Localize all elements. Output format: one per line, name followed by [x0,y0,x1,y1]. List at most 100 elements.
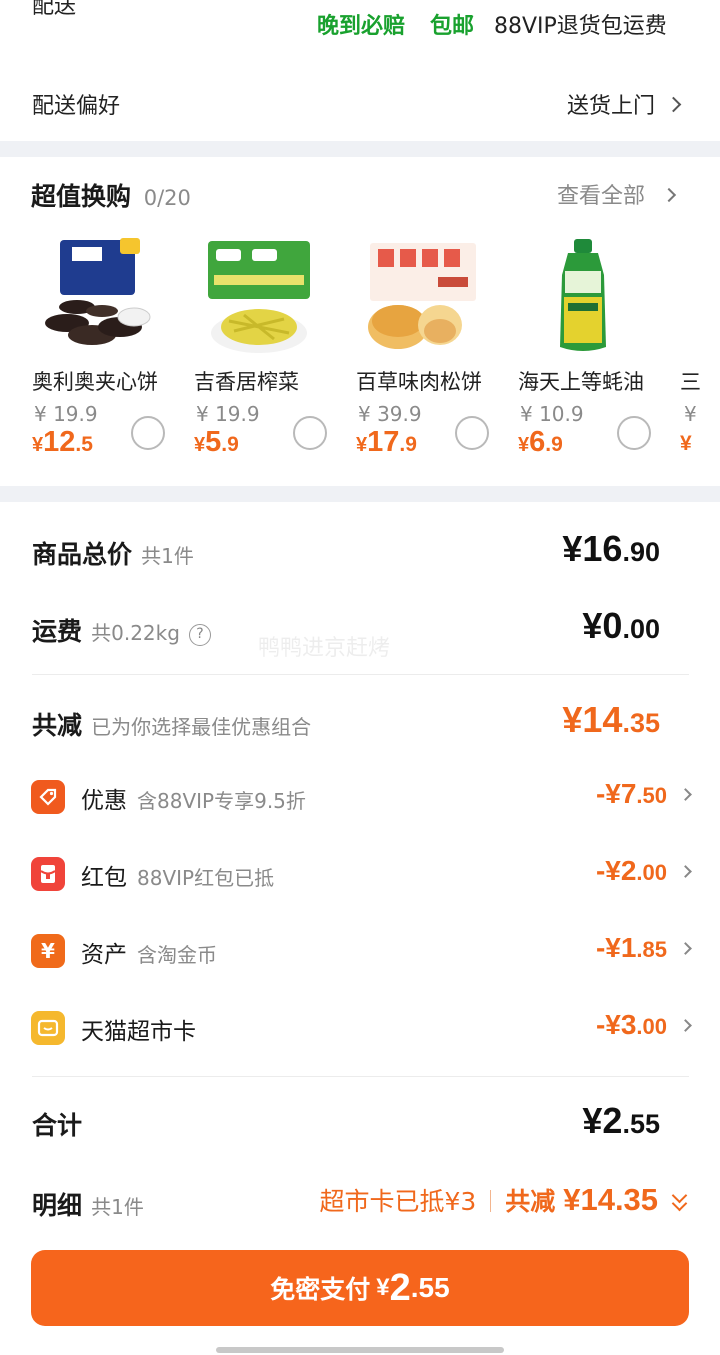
pork-floss-cake-image[interactable] [356,235,486,360]
yuan-icon: ¥ [31,934,65,968]
swap-item-radio[interactable] [455,416,489,450]
partial-product-image[interactable] [680,235,720,360]
card-icon [31,1011,65,1045]
discount-row-label: 红包 88VIP红包已抵 [81,858,274,892]
swap-item-name: 吉香居榨菜 [194,370,299,394]
swap-title-text: 超值换购 [31,182,132,211]
goods-count: 共1件 [141,544,194,568]
reduce-value: ¥14.35 [562,699,660,741]
swap-title: 超值换购 0/20 [31,177,191,213]
divider [32,1076,689,1077]
discount-dec: .00 [636,1014,667,1039]
oyster-sauce-image[interactable] [518,235,648,360]
delivery-card: 配送 晚到必赔 包邮 88VIP退货包运费 配送偏好 送货上门 [0,0,720,141]
help-icon[interactable]: ? [189,624,212,646]
swap-item-name: 奥利奥夹心饼 [32,370,158,394]
discount-value[interactable]: -¥3.00 [595,1009,692,1041]
separator [490,1190,492,1212]
discount-int: -¥1 [595,932,637,963]
discount-row-label: 资产 含淘金币 [81,935,217,969]
detail-reduce-label: 共减 [505,1187,556,1216]
discount-dec: .50 [636,783,667,808]
pickle-product-image[interactable] [194,235,324,360]
chevron-right-icon [679,942,692,955]
detail-label: 明细 共1件 [32,1186,144,1222]
discount-row-label: 天猫超市卡 [81,1012,206,1046]
shipping-weight: 共0.22kg [91,621,180,645]
discount-title: 资产 [81,942,127,968]
shipping-int: ¥0 [582,605,623,646]
goods-total-dec: .90 [622,537,660,567]
pay-dec: .55 [410,1272,450,1303]
swap-item-name-partial: 三 [680,370,701,394]
swap-item-price-part: 17 [367,426,400,458]
chevron-right-icon [661,187,677,203]
red-packet-icon [31,857,65,891]
sum-int: ¥2 [582,1100,623,1141]
chevron-right-icon [679,865,692,878]
oreo-product-image[interactable] [32,235,162,360]
swap-item-price: ¥17.9 [356,426,417,459]
discount-desc: 88VIP红包已抵 [137,866,275,890]
discount-int: -¥3 [595,1009,637,1040]
swap-item-price-partial: ¥ [680,432,692,455]
swap-item-price-part: ¥ [194,434,206,456]
discount-title: 天猫超市卡 [81,1019,196,1045]
shipping-label: 运费 共0.22kg ? [32,612,212,648]
delivery-pref-label: 配送偏好 [32,94,121,119]
goods-total-title: 商品总价 [32,540,133,569]
chevron-double-down-icon [670,1187,690,1212]
discount-desc: 含淘金币 [137,943,217,967]
swap-item-original-price: ¥ 39.9 [358,402,422,426]
swap-item-price: ¥12.5 [32,426,93,459]
view-all-link[interactable]: 查看全部 [557,178,677,210]
swap-item-price-part: 5 [205,426,222,458]
discount-value[interactable]: -¥2.00 [595,855,692,887]
detail-title: 明细 [32,1191,83,1220]
discount-row-label: 优惠 含88VIP专享9.5折 [81,781,306,815]
shipping-dec: .00 [622,614,660,644]
swap-item-name: 海天上等蚝油 [518,370,644,394]
sum-value: ¥2.55 [582,1100,660,1142]
view-all-text: 查看全部 [557,184,646,209]
summary-card: 商品总价 共1件 ¥16.90 运费 共0.22kg ? 鸭鸭进京赶烤 ¥0.0… [0,502,720,1355]
swap-item-radio[interactable] [617,416,651,450]
sum-dec: .55 [622,1109,660,1139]
detail-summary[interactable]: 超市卡已抵¥3 共减 ¥14.35 [320,1182,690,1218]
swap-item-price-part: ¥ [32,434,44,456]
swap-item-price-part: .5 [75,433,93,456]
pay-button[interactable]: 免密支付 ¥2.55 [31,1250,689,1326]
swap-item-radio[interactable] [293,416,327,450]
swap-item-price-part: .9 [545,433,563,456]
shipping-title: 运费 [32,617,83,646]
swap-count: 0/20 [143,186,191,210]
discount-dec: .85 [636,937,667,962]
chevron-right-icon [679,788,692,801]
reduce-label: 共减 已为你选择最佳优惠组合 [32,706,311,742]
card-used-text: 超市卡已抵¥3 [319,1187,477,1216]
reduce-dec: .35 [622,708,660,738]
swap-item-price: ¥5.9 [194,426,239,459]
delivery-pref-text: 送货上门 [567,94,656,119]
watermark: 鸭鸭进京赶烤 [258,636,391,661]
swap-item-original-price: ¥ 10.9 [520,402,584,426]
discount-value[interactable]: -¥7.50 [596,778,692,810]
discount-title: 红包 [81,865,127,891]
swap-item-original-price-partial: ¥ [684,402,697,426]
swap-item-radio[interactable] [131,416,165,450]
discount-int: -¥2 [595,855,637,886]
discount-value[interactable]: -¥1.85 [595,932,692,964]
sum-label: 合计 [32,1111,83,1140]
divider [32,674,689,675]
goods-total-value: ¥16.90 [562,528,660,570]
pay-int: 2 [389,1266,411,1309]
discount-desc: 含88VIP专享9.5折 [137,789,306,813]
pay-label: 免密支付 [270,1275,371,1304]
swap-item-name: 百草味肉松饼 [356,370,482,394]
swap-item-price-part: .9 [399,433,417,456]
swap-item-price-part: 12 [43,426,76,458]
free-shipping-tag: 包邮 [430,14,475,39]
chevron-right-icon [679,1019,692,1032]
delivery-pref-value[interactable]: 送货上门 [567,88,682,120]
home-indicator [216,1347,504,1353]
